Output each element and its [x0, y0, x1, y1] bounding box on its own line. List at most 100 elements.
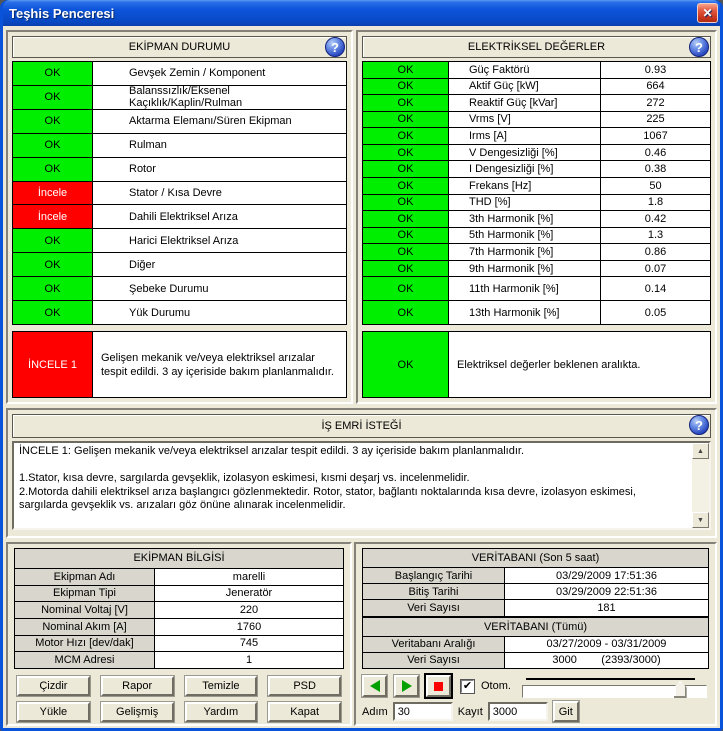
db-value: 03/29/2009 17:51:36 — [505, 568, 708, 583]
table-row: İnceleStator / Kısa Devre — [13, 182, 346, 206]
help-button-equipment[interactable]: ? — [325, 37, 345, 57]
adim-input[interactable] — [393, 702, 453, 721]
database-group: VERİTABANI (Son 5 saat) Başlangıç Tarihi… — [354, 542, 717, 726]
equipment-label: Balanssızlık/Eksenel Kaçıklık/Kaplin/Rul… — [93, 86, 346, 109]
value-cell: 0.07 — [600, 261, 710, 277]
summary-status-badge: İNCELE 1 — [13, 332, 93, 397]
stop-button[interactable] — [426, 675, 451, 697]
yukle-button[interactable]: Yükle — [17, 702, 90, 722]
value-label: 5th Harmonik [%] — [449, 228, 600, 244]
status-badge: OK — [13, 277, 93, 300]
help-button-electrical[interactable]: ? — [689, 37, 709, 57]
database-table: VERİTABANI (Son 5 saat) Başlangıç Tarihi… — [362, 548, 709, 669]
value-cell: 0.46 — [600, 145, 710, 161]
scrollbar[interactable]: ▲ ▼ — [692, 443, 709, 528]
equipment-status-panel: EKİPMAN DURUMU ? OK Gevşek Zemin / Kompon… — [6, 30, 353, 404]
value-cell: 1.8 — [600, 195, 710, 211]
value-label: Irms [A] — [449, 128, 600, 144]
gelismis-button[interactable]: Gelişmiş — [101, 702, 174, 722]
table-row: OKTHD [%]1.8 — [363, 195, 710, 212]
status-badge: OK — [363, 301, 449, 324]
status-badge: OK — [363, 161, 449, 177]
status-badge: İncele — [13, 182, 93, 205]
psd-button[interactable]: PSD — [268, 676, 341, 696]
slider-thumb[interactable] — [674, 681, 687, 698]
table-row: MCM Adresi1 — [15, 652, 343, 668]
git-button[interactable]: Git — [553, 701, 579, 722]
value-cell: 50 — [600, 178, 710, 194]
status-badge: OK — [13, 229, 93, 252]
kayit-input[interactable] — [488, 702, 548, 721]
action-buttons: Çizdir Rapor Temizle PSD Yükle Gelişmiş … — [14, 676, 344, 722]
status-badge: OK — [363, 79, 449, 95]
table-row: OKHarici Elektriksel Arıza — [13, 229, 346, 253]
work-order-title: İŞ EMRİ İSTEĞİ — [321, 420, 401, 432]
table-row: OKI Dengesizliği [%]0.38 — [363, 161, 710, 178]
otom-checkbox[interactable]: ✔ — [461, 680, 474, 693]
table-row: Başlangıç Tarihi03/29/2009 17:51:36 — [363, 568, 708, 584]
kapat-button[interactable]: Kapat — [268, 702, 341, 722]
close-icon: ✕ — [702, 6, 712, 20]
status-badge: OK — [363, 211, 449, 227]
db-value: 181 — [505, 600, 708, 615]
back-arrow-icon — [370, 680, 380, 692]
step-back-button[interactable] — [362, 675, 387, 697]
value-label: 13th Harmonik [%] — [449, 301, 600, 324]
electrical-values-title: ELEKTRİKSEL DEĞERLER — [468, 41, 605, 53]
electrical-values-header: ELEKTRİKSEL DEĞERLER ? — [362, 36, 711, 58]
value-label: 9th Harmonik [%] — [449, 261, 600, 277]
table-row: OKGüç Faktörü0.93 — [363, 62, 710, 79]
work-order-header: İŞ EMRİ İSTEĞİ ? — [12, 414, 711, 438]
forward-arrow-icon — [402, 680, 412, 692]
db-value: 03/27/2009 - 03/31/2009 — [505, 637, 708, 652]
scroll-down-icon: ▼ — [697, 517, 704, 524]
goto-row: Adım Kayıt Git — [362, 701, 709, 722]
table-row: Nominal Akım [A]1760 — [15, 619, 343, 636]
play-forward-button[interactable] — [394, 675, 419, 697]
status-badge: OK — [13, 301, 93, 324]
scroll-up-button[interactable]: ▲ — [692, 443, 709, 459]
equipment-info-group: EKİPMAN BİLGİSİ Ekipman Adımarelli Ekipm… — [6, 542, 352, 726]
status-badge: OK — [363, 62, 449, 78]
status-badge: OK — [363, 178, 449, 194]
status-badge: OK — [363, 95, 449, 111]
table-row: Motor Hızı [dev/dak]745 — [15, 636, 343, 653]
status-badge: OK — [13, 253, 93, 276]
titlebar[interactable]: Teşhis Penceresi ✕ — [3, 0, 720, 26]
close-button[interactable]: ✕ — [697, 3, 718, 23]
scroll-down-button[interactable]: ▼ — [692, 512, 709, 528]
equipment-info-table: EKİPMAN BİLGİSİ Ekipman Adımarelli Ekipm… — [14, 548, 344, 669]
electrical-values-panel: ELEKTRİKSEL DEĞERLER ? OKGüç Faktörü0.93… — [356, 30, 717, 404]
equipment-status-header: EKİPMAN DURUMU ? — [12, 36, 347, 58]
rapor-button[interactable]: Rapor — [101, 676, 174, 696]
summary-text: Elektriksel değerler beklenen aralıkta. — [449, 332, 710, 397]
table-row: OKYük Durumu — [13, 301, 346, 324]
table-row: OK3th Harmonik [%]0.42 — [363, 211, 710, 228]
status-badge: OK — [363, 145, 449, 161]
db-label: Veri Sayısı — [363, 600, 505, 615]
table-row: Nominal Voltaj [V]220 — [15, 602, 343, 619]
status-badge: OK — [363, 195, 449, 211]
temizle-button[interactable]: Temizle — [185, 676, 258, 696]
value-label: I Dengesizliği [%] — [449, 161, 600, 177]
cizdir-button[interactable]: Çizdir — [17, 676, 90, 696]
record-slider[interactable] — [522, 674, 707, 698]
equipment-label: Dahili Elektriksel Arıza — [93, 205, 346, 228]
status-badge: OK — [363, 112, 449, 128]
table-row: OKDiğer — [13, 253, 346, 277]
table-row: OK5th Harmonik [%]1.3 — [363, 228, 710, 245]
work-order-textbox[interactable]: İNCELE 1: Gelişen mekanik ve/veya elektr… — [12, 441, 711, 530]
equipment-label: Gevşek Zemin / Komponent — [93, 62, 346, 85]
table-row: OKAktarma Elemanı/Süren Ekipman — [13, 110, 346, 134]
equipment-label: Rotor — [93, 158, 346, 181]
value-label: 11th Harmonik [%] — [449, 277, 600, 300]
yardim-button[interactable]: Yardım — [185, 702, 258, 722]
kayit-label: Kayıt — [458, 706, 483, 718]
diagnosis-window: Teşhis Penceresi ✕ EKİPMAN DURUMU ? OK Ge… — [0, 0, 723, 731]
db-value: 03/29/2009 22:51:36 — [505, 584, 708, 599]
table-row: Bitiş Tarihi03/29/2009 22:51:36 — [363, 584, 708, 600]
table-row: OKReaktif Güç [kVar]272 — [363, 95, 710, 112]
database-all-title: VERİTABANI (Tümü) — [363, 617, 708, 637]
table-row: OKAktif Güç [kW]664 — [363, 79, 710, 96]
help-button-work-order[interactable]: ? — [689, 415, 709, 435]
